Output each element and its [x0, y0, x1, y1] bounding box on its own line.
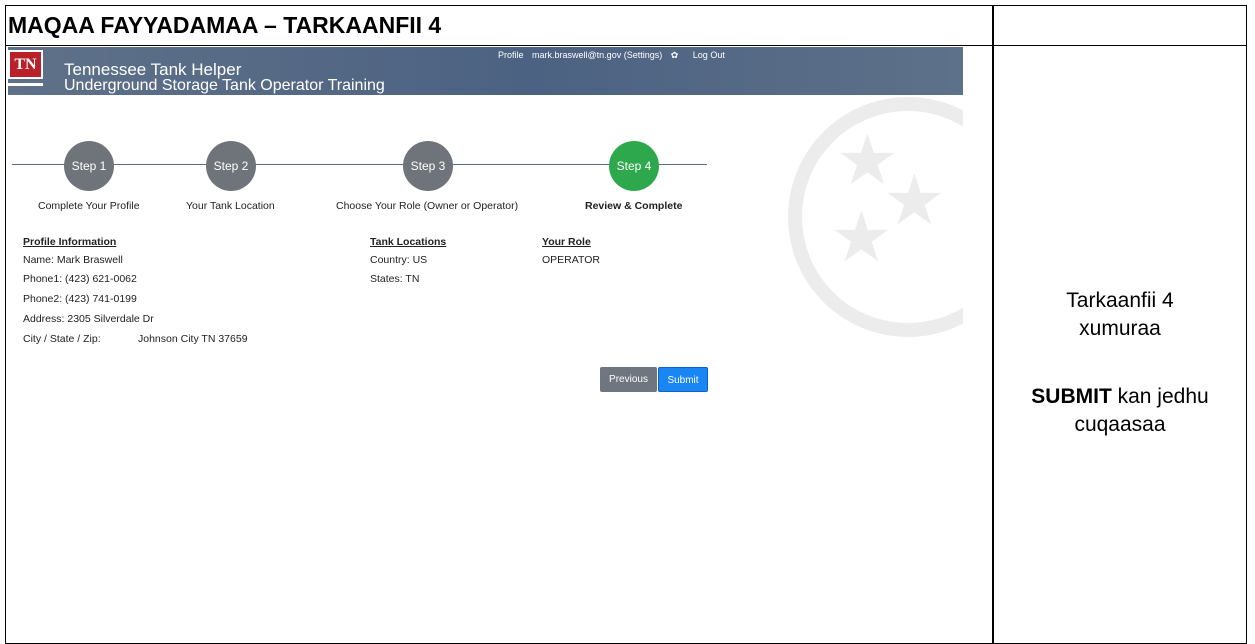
header-row: MAQAA FAYYADAMAA – TARKAANFII 4 [6, 6, 1246, 46]
instruction-line-3-rest: kan jedhu [1111, 385, 1209, 408]
profile-phone2: Phone2: (423) 741-0199 [23, 293, 137, 305]
tn-logo-underline [8, 83, 43, 86]
instruction-line-4: cuqaasaa [1074, 413, 1166, 436]
instruction-submit-word: SUBMIT [1031, 385, 1112, 408]
step-2-caption: Your Tank Location [186, 200, 275, 212]
step-2-circle[interactable]: Step 2 [206, 141, 256, 191]
instruction-line-3: SUBMIT kan jedhu [994, 385, 1246, 409]
step-1-circle[interactable]: Step 1 [64, 141, 114, 191]
step-4-circle[interactable]: Step 4 [609, 141, 659, 191]
tank-country: Country: US [370, 254, 428, 266]
step-1-caption: Complete Your Profile [38, 200, 140, 212]
step-3-caption: Choose Your Role (Owner or Operator) [336, 200, 519, 212]
app-name: Tennessee Tank Helper [64, 60, 242, 79]
profile-city-label: City / State / Zip: [23, 333, 101, 345]
top-nav: Profile mark.braswell@tn.gov (Settings) … [498, 50, 731, 61]
logout-link[interactable]: Log Out [693, 50, 725, 60]
tn-logo[interactable]: TN [8, 50, 43, 79]
user-email: mark.braswell@tn.gov (Settings) [532, 50, 663, 60]
role-heading: Your Role [542, 236, 591, 248]
instruction-line-2: xumuraa [1079, 317, 1161, 340]
app-header-bar: TN Tennessee Tank Helper Underground Sto… [8, 47, 963, 95]
profile-name: Name: Mark Braswell [23, 254, 123, 266]
document-table: MAQAA FAYYADAMAA – TARKAANFII 4 Tarkaanf… [5, 5, 1247, 644]
tank-states: States: TN [370, 273, 420, 285]
app-subtitle: Underground Storage Tank Operator Traini… [64, 77, 385, 94]
star-icon: ★ [830, 198, 893, 276]
role-value: OPERATOR [542, 254, 600, 266]
tank-locations-heading: Tank Locations [370, 236, 447, 248]
submit-button[interactable]: Submit [658, 367, 708, 392]
profile-city-value: Johnson City TN 37659 [138, 333, 248, 345]
step-4-caption: Review & Complete [585, 200, 683, 212]
settings-link[interactable]: mark.braswell@tn.gov (Settings) ✿ [532, 50, 684, 60]
step-3-circle[interactable]: Step 3 [403, 141, 453, 191]
instruction-cell: Tarkaanfii 4 xumuraa SUBMIT kan jedhu cu… [994, 46, 1246, 643]
profile-heading: Profile Information [23, 236, 117, 248]
app-screenshot: TN Tennessee Tank Helper Underground Sto… [8, 47, 963, 643]
gear-icon: ✿ [670, 50, 679, 60]
profile-phone1: Phone1: (423) 621-0062 [23, 273, 137, 285]
profile-link[interactable]: Profile [498, 50, 524, 60]
profile-address: Address: 2305 Silverdale Dr [23, 313, 154, 325]
instruction-line-1: Tarkaanfii 4 [1066, 289, 1174, 312]
previous-button[interactable]: Previous [600, 367, 657, 392]
progress-line [12, 164, 707, 165]
document-title: MAQAA FAYYADAMAA – TARKAANFII 4 [8, 12, 442, 38]
